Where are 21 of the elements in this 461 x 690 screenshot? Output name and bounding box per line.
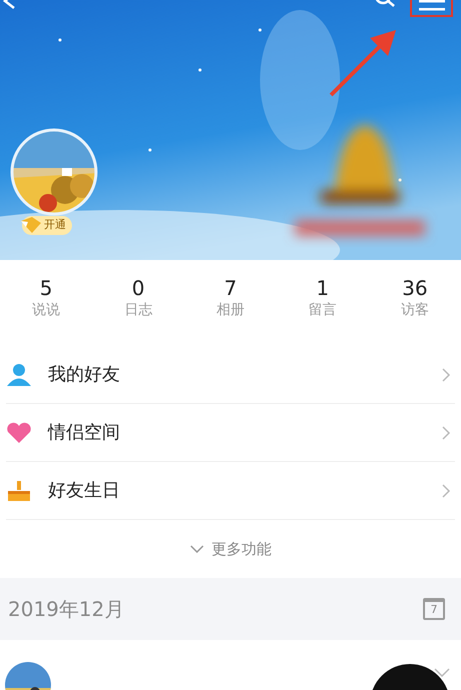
chevron-right-icon bbox=[442, 484, 451, 498]
menu-label: 好友生日 bbox=[48, 479, 121, 503]
stat-count[interactable]: 1 bbox=[282, 276, 363, 300]
stat-count[interactable]: 36 bbox=[374, 276, 455, 300]
stat-count[interactable]: 0 bbox=[98, 276, 178, 300]
menu-item[interactable]: 我的好友 bbox=[6, 346, 455, 404]
person-icon bbox=[6, 362, 32, 386]
menu-label: 情侣空间 bbox=[48, 421, 121, 445]
chevron-right-icon bbox=[442, 426, 451, 440]
chevron-right-icon bbox=[442, 368, 451, 382]
chevron-down-icon bbox=[190, 545, 204, 553]
stat-count[interactable]: 5 bbox=[6, 276, 86, 300]
stat-count[interactable]: 7 bbox=[190, 276, 270, 300]
more-features-link[interactable]: 更多功能 bbox=[190, 538, 272, 560]
menu-label: 我的好友 bbox=[48, 363, 121, 387]
cake-icon bbox=[6, 478, 32, 502]
heart-icon bbox=[6, 420, 32, 444]
chevron-down-icon[interactable] bbox=[434, 668, 450, 677]
month-heading: 2019年12月 bbox=[8, 596, 124, 623]
menu-item[interactable]: 好友生日 bbox=[6, 462, 455, 520]
menu-item[interactable]: 情侣空间 bbox=[6, 404, 455, 462]
